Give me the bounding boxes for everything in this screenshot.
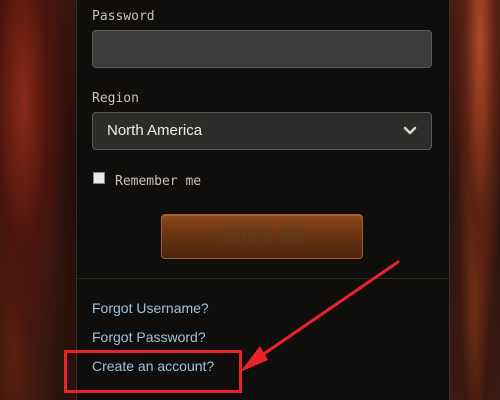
annotation-arrow-icon [240, 260, 400, 372]
